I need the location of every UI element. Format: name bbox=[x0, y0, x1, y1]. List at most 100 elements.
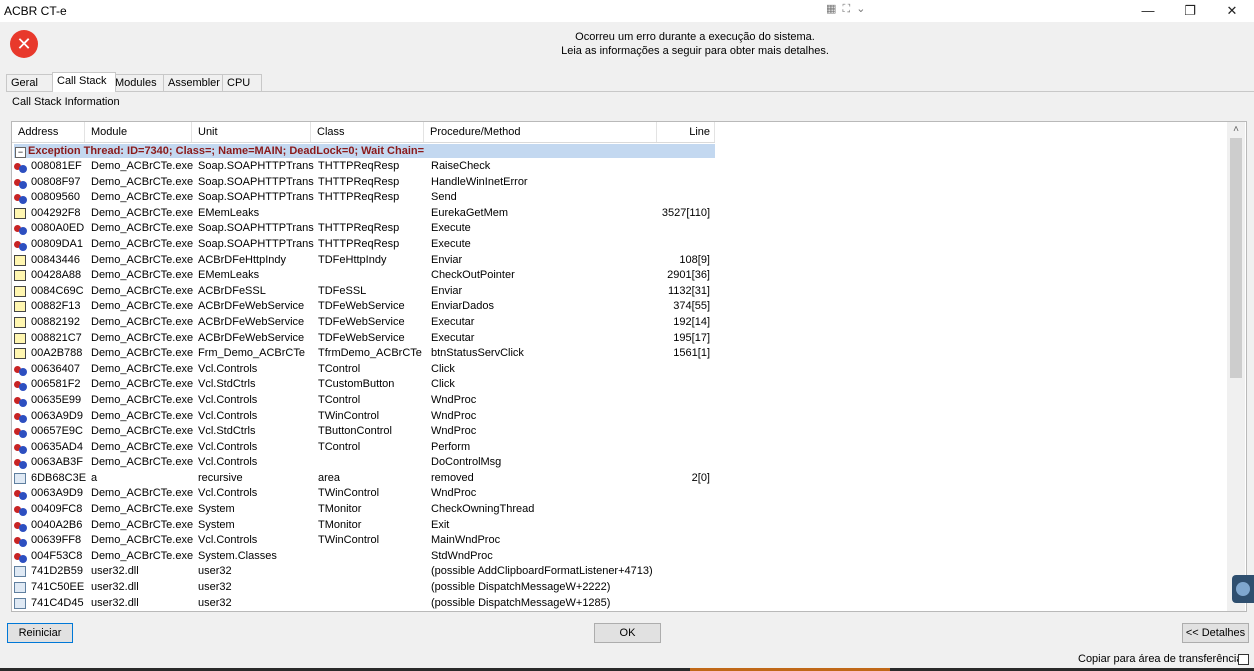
cell-procedure: EurekaGetMem bbox=[431, 206, 509, 219]
table-row[interactable]: 00639FF8 Demo_ACBrCTe.exe Vcl.Controls TWin… bbox=[12, 533, 715, 549]
cell-unit: Vcl.StdCtrls bbox=[198, 425, 256, 438]
cell-module: Demo_ACBrCTe.exe bbox=[91, 347, 194, 360]
thread-method-icon bbox=[14, 161, 27, 173]
table-row[interactable]: 00809560 Demo_ACBrCTe.exe Soap.SOAPHTTPTra… bbox=[12, 190, 715, 206]
exception-thread-row[interactable]: − Exception Thread: ID=7340; Class=; Name… bbox=[14, 144, 715, 158]
cell-module: Demo_ACBrCTe.exe bbox=[91, 549, 194, 562]
cell-module: Demo_ACBrCTe.exe bbox=[91, 518, 194, 531]
column-procedure[interactable]: Procedure/Method bbox=[424, 122, 657, 142]
table-row[interactable]: 006581F2 Demo_ACBrCTe.exe Vcl.StdCtrls TCus… bbox=[12, 377, 715, 393]
cell-module: Demo_ACBrCTe.exe bbox=[91, 534, 194, 547]
cell-unit: Vcl.Controls bbox=[198, 409, 258, 422]
table-row[interactable]: 741C4D45 user32.dll user32 (possible Dispat… bbox=[12, 596, 715, 611]
restart-button[interactable]: Reiniciar bbox=[7, 623, 73, 643]
cell-procedure: Send bbox=[431, 191, 457, 204]
table-row[interactable]: 00409FC8 Demo_ACBrCTe.exe System TMonitor Ch… bbox=[12, 502, 715, 518]
table-row[interactable]: 0063A9D9 Demo_ACBrCTe.exe Vcl.Controls TWin… bbox=[12, 486, 715, 502]
cell-procedure: btnStatusServClick bbox=[431, 347, 524, 360]
column-line[interactable]: Line bbox=[657, 122, 715, 142]
thread-method-icon bbox=[14, 177, 27, 189]
table-row[interactable]: 00A2B788 Demo_ACBrCTe.exe Frm_Demo_ACBrCTe… bbox=[12, 346, 715, 362]
column-unit[interactable]: Unit bbox=[192, 122, 311, 142]
cell-class: TMonitor bbox=[318, 503, 362, 516]
cell-module: Demo_ACBrCTe.exe bbox=[91, 253, 194, 266]
column-module[interactable]: Module bbox=[85, 122, 192, 142]
module-icon bbox=[14, 472, 26, 484]
cell-class: TControl bbox=[318, 362, 361, 375]
scroll-up-arrow-icon[interactable]: ˄ bbox=[1227, 124, 1245, 135]
table-row[interactable]: 741C50EE user32.dll user32 (possible Dispat… bbox=[12, 580, 715, 596]
table-row[interactable]: 00808F97 Demo_ACBrCTe.exe Soap.SOAPHTTPTra… bbox=[12, 175, 715, 191]
cell-procedure: WndProc bbox=[431, 409, 477, 422]
cell-unit: System.Classes bbox=[198, 549, 277, 562]
chevron-down-icon[interactable]: ⌄ bbox=[856, 2, 865, 15]
cell-class: THTTPReqResp bbox=[318, 222, 400, 235]
error-icon: ✕ bbox=[10, 30, 38, 58]
table-row[interactable]: 00809DA1 Demo_ACBrCTe.exe Soap.SOAPHTTPTra… bbox=[12, 237, 715, 253]
expand-icon[interactable]: ⛶ bbox=[842, 3, 850, 16]
table-row[interactable]: 004F53C8 Demo_ACBrCTe.exe System.Classes St… bbox=[12, 549, 715, 565]
copy-clipboard-label: Copiar para área de transferência bbox=[1078, 653, 1243, 665]
table-row[interactable]: 00657E9C Demo_ACBrCTe.exe Vcl.StdCtrls TBut… bbox=[12, 424, 715, 440]
cell-unit: Vcl.StdCtrls bbox=[198, 378, 256, 391]
cell-class: TDFeWebService bbox=[318, 331, 405, 344]
table-row[interactable]: 00428A88 Demo_ACBrCTe.exe EMemLeaks CheckOu… bbox=[12, 268, 715, 284]
table-row[interactable]: 008081EF Demo_ACBrCTe.exe Soap.SOAPHTTPTra… bbox=[12, 159, 715, 175]
cell-unit: Frm_Demo_ACBrCTe bbox=[198, 347, 305, 360]
error-message-line2: Leia as informações a seguir para obter … bbox=[561, 45, 829, 57]
tab-geral[interactable]: Geral bbox=[6, 74, 54, 92]
side-widget-icon[interactable] bbox=[1232, 575, 1254, 603]
titlebar-extra-icons[interactable]: ▦ ⛶ ⌄ bbox=[826, 2, 868, 18]
cell-module: Demo_ACBrCTe.exe bbox=[91, 378, 194, 391]
table-row[interactable]: 741D2B59 user32.dll user32 (possible AddCli… bbox=[12, 564, 715, 580]
details-button[interactable]: << Detalhes bbox=[1182, 623, 1249, 643]
cell-unit: EMemLeaks bbox=[198, 269, 260, 282]
table-row[interactable]: 0040A2B6 Demo_ACBrCTe.exe System TMonitor Ex… bbox=[12, 518, 715, 534]
cell-class: THTTPReqResp bbox=[318, 191, 400, 204]
cell-line: 2[0] bbox=[691, 471, 710, 484]
table-row[interactable]: 0063AB3F Demo_ACBrCTe.exe Vcl.Controls DoCo… bbox=[12, 455, 715, 471]
cell-unit: ACBrDFeWebService bbox=[198, 331, 305, 344]
table-row[interactable]: 0080A0ED Demo_ACBrCTe.exe Soap.SOAPHTTPTra… bbox=[12, 221, 715, 237]
vertical-scrollbar[interactable]: ˄ bbox=[1227, 122, 1245, 611]
table-row[interactable]: 008821C7 Demo_ACBrCTe.exe ACBrDFeWebServic… bbox=[12, 331, 715, 347]
ok-button[interactable]: OK bbox=[594, 623, 661, 643]
column-class[interactable]: Class bbox=[311, 122, 424, 142]
table-row[interactable]: 00882192 Demo_ACBrCTe.exe ACBrDFeWebServic… bbox=[12, 315, 715, 331]
table-row[interactable]: 00635E99 Demo_ACBrCTe.exe Vcl.Controls TCon… bbox=[12, 393, 715, 409]
close-button[interactable]: ✕ bbox=[1212, 0, 1252, 22]
cell-unit: System bbox=[198, 503, 235, 516]
cell-module: Demo_ACBrCTe.exe bbox=[91, 331, 194, 344]
table-row[interactable]: 00843446 Demo_ACBrCTe.exe ACBrDFeHttpIndy T… bbox=[12, 253, 715, 269]
scrollbar-thumb[interactable] bbox=[1230, 138, 1242, 378]
table-row[interactable]: 00636407 Demo_ACBrCTe.exe Vcl.Controls TCon… bbox=[12, 362, 715, 378]
cell-module: Demo_ACBrCTe.exe bbox=[91, 487, 194, 500]
table-row[interactable]: 00635AD4 Demo_ACBrCTe.exe Vcl.Controls TCon… bbox=[12, 440, 715, 456]
cell-line: 3527[110] bbox=[661, 206, 710, 219]
table-row[interactable]: 0084C69C Demo_ACBrCTe.exe ACBrDFeSSL TDFeSS… bbox=[12, 284, 715, 300]
copy-clipboard-checkbox[interactable] bbox=[1238, 654, 1249, 665]
tab-call-stack[interactable]: Call Stack bbox=[52, 72, 116, 92]
cell-line: 1132[31] bbox=[667, 284, 710, 297]
collapse-icon[interactable]: − bbox=[15, 147, 26, 158]
cell-module: Demo_ACBrCTe.exe bbox=[91, 160, 194, 172]
grid-icon[interactable]: ▦ bbox=[826, 2, 836, 15]
tab-modules[interactable]: Modules bbox=[110, 74, 170, 92]
table-row[interactable]: 004292F8 Demo_ACBrCTe.exe EMemLeaks EurekaG… bbox=[12, 206, 715, 222]
cell-procedure: Executar bbox=[431, 331, 475, 344]
cell-module: Demo_ACBrCTe.exe bbox=[91, 425, 194, 438]
cell-unit: ACBrDFeWebService bbox=[198, 315, 305, 328]
cell-procedure: Executar bbox=[431, 315, 475, 328]
module-icon bbox=[14, 566, 26, 578]
column-address[interactable]: Address bbox=[12, 122, 85, 142]
tab-cpu[interactable]: CPU bbox=[222, 74, 262, 92]
cell-unit: user32 bbox=[198, 596, 232, 609]
table-row[interactable]: 00882F13 Demo_ACBrCTe.exe ACBrDFeWebServic… bbox=[12, 299, 715, 315]
cell-unit: Vcl.Controls bbox=[198, 362, 258, 375]
table-row[interactable]: 6DB68C3E a recursive area removed 2[0] bbox=[12, 471, 715, 487]
table-row[interactable]: 0063A9D9 Demo_ACBrCTe.exe Vcl.Controls TWin… bbox=[12, 409, 715, 425]
call-stack-grid[interactable]: Address Module Unit Class Procedure/Meth… bbox=[11, 121, 1247, 612]
tab-assembler[interactable]: Assembler bbox=[163, 74, 229, 92]
minimize-button[interactable]: — bbox=[1128, 0, 1168, 22]
restore-button[interactable]: ❐ bbox=[1170, 0, 1210, 22]
